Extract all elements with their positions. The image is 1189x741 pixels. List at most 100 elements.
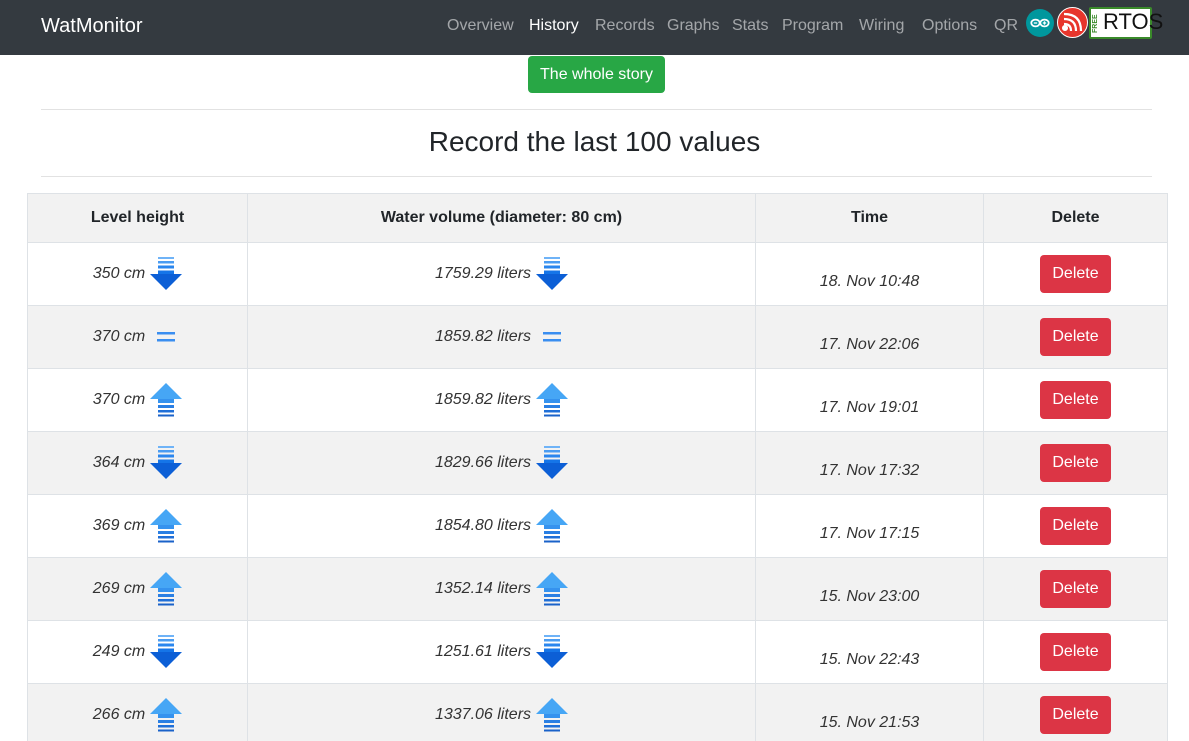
delete-button[interactable]: Delete [1040, 381, 1111, 419]
nav-graphs[interactable]: Graphs [667, 17, 719, 35]
table-header-row: Level height Water volume (diameter: 80 … [27, 193, 1168, 243]
espressif-logo-icon[interactable] [1057, 7, 1088, 38]
level-value: 369 cm [92, 517, 146, 534]
level-value: 266 cm [92, 706, 146, 723]
volume-cell: 1251.61 liters [247, 620, 756, 684]
arrow-up-icon [150, 572, 183, 606]
table-row: 350 cm 1759.29 liters 18. Nov 10:48 Delete [27, 242, 1168, 306]
volume-value: 1829.66 liters [434, 454, 532, 471]
delete-cell: Delete [983, 242, 1168, 306]
time-cell: 15. Nov 22:43 [755, 620, 984, 684]
volume-value: 1337.06 liters [434, 706, 532, 723]
delete-button[interactable]: Delete [1040, 633, 1111, 671]
delete-cell: Delete [983, 683, 1168, 741]
arrow-down-icon [536, 257, 569, 290]
nav-stats[interactable]: Stats [732, 17, 768, 35]
delete-cell: Delete [983, 368, 1168, 432]
nav-wiring[interactable]: Wiring [859, 17, 904, 35]
volume-cell: 1854.80 liters [247, 494, 756, 558]
top-navbar: WatMonitor Overview History Records Grap… [0, 0, 1189, 55]
level-cell: 266 cm [27, 683, 248, 741]
header-level-height: Level height [27, 193, 248, 243]
freertos-logo-small-text: FREE [1092, 14, 1099, 34]
volume-value: 1352.14 liters [434, 580, 532, 597]
arrow-down-icon [536, 446, 569, 479]
arrow-up-icon [536, 383, 569, 417]
delete-button[interactable]: Delete [1040, 507, 1111, 545]
level-cell: 370 cm [27, 305, 248, 369]
level-value: 249 cm [92, 643, 146, 660]
arrow-up-icon [536, 698, 569, 732]
nav-records[interactable]: Records [595, 17, 655, 35]
volume-value: 1859.82 liters [434, 391, 532, 408]
delete-button[interactable]: Delete [1040, 318, 1111, 356]
time-cell: 15. Nov 23:00 [755, 557, 984, 621]
table-row: 364 cm 1829.66 liters 17. Nov 17:32 Delete [27, 431, 1168, 495]
freertos-logo-icon[interactable]: FREE RTOS [1089, 7, 1163, 39]
volume-value: 1854.80 liters [434, 517, 532, 534]
arrow-down-icon [536, 635, 569, 668]
nav-history[interactable]: History [529, 17, 579, 35]
level-cell: 350 cm [27, 242, 248, 306]
volume-value: 1759.29 liters [434, 265, 532, 282]
level-value: 350 cm [92, 265, 146, 282]
arrow-up-icon [536, 509, 569, 543]
brand-title[interactable]: WatMonitor [41, 15, 143, 38]
delete-button[interactable]: Delete [1040, 255, 1111, 293]
table-body: 350 cm 1759.29 liters 18. Nov 10:48 Delete 3… [27, 242, 1168, 741]
volume-cell: 1352.14 liters [247, 557, 756, 621]
nav-overview[interactable]: Overview [447, 17, 514, 35]
delete-button[interactable]: Delete [1040, 444, 1111, 482]
table-row: 269 cm 1352.14 liters 15. Nov 23:00 Delete [27, 557, 1168, 621]
header-water-volume: Water volume (diameter: 80 cm) [247, 193, 756, 243]
time-cell: 17. Nov 22:06 [755, 305, 984, 369]
volume-value: 1251.61 liters [434, 643, 532, 660]
arrow-down-icon [150, 635, 183, 668]
arrow-up-icon [536, 572, 569, 606]
level-cell: 249 cm [27, 620, 248, 684]
volume-cell: 1829.66 liters [247, 431, 756, 495]
records-table: Level height Water volume (diameter: 80 … [27, 193, 1168, 741]
time-cell: 17. Nov 19:01 [755, 368, 984, 432]
delete-button[interactable]: Delete [1040, 696, 1111, 734]
equal-icon [157, 332, 176, 342]
delete-button[interactable]: Delete [1040, 570, 1111, 608]
delete-cell: Delete [983, 431, 1168, 495]
page-title: Record the last 100 values [428, 126, 761, 157]
time-cell: 17. Nov 17:15 [755, 494, 984, 558]
level-value: 370 cm [92, 328, 146, 345]
arrow-down-icon [150, 446, 183, 479]
header-time: Time [755, 193, 984, 243]
level-value: 269 cm [92, 580, 146, 597]
arduino-logo-icon[interactable] [1026, 9, 1054, 37]
arrow-down-icon [150, 257, 183, 290]
delete-cell: Delete [983, 494, 1168, 558]
time-cell: 18. Nov 10:48 [755, 242, 984, 306]
time-cell: 15. Nov 21:53 [755, 683, 984, 741]
volume-cell: 1337.06 liters [247, 683, 756, 741]
table-row: 370 cm 1859.82 liters 17. Nov 19:01 Delete [27, 368, 1168, 432]
delete-cell: Delete [983, 305, 1168, 369]
level-cell: 370 cm [27, 368, 248, 432]
table-row: 249 cm 1251.61 liters 15. Nov 22:43 Delete [27, 620, 1168, 684]
header-delete: Delete [983, 193, 1168, 243]
volume-cell: 1759.29 liters [247, 242, 756, 306]
level-cell: 269 cm [27, 557, 248, 621]
equal-icon [543, 332, 562, 342]
delete-cell: Delete [983, 557, 1168, 621]
table-row: 266 cm 1337.06 liters 15. Nov 21:53 Delete [27, 683, 1168, 741]
volume-cell: 1859.82 liters [247, 368, 756, 432]
nav-qr[interactable]: QR [994, 17, 1018, 35]
freertos-logo-text: RTOS [1103, 9, 1164, 34]
arrow-up-icon [150, 698, 183, 732]
arrow-up-icon [150, 383, 183, 417]
nav-program[interactable]: Program [782, 17, 843, 35]
table-row: 369 cm 1854.80 liters 17. Nov 17:15 Delete [27, 494, 1168, 558]
table-row: 370 cm 1859.82 liters 17. Nov 22:06 Delete [27, 305, 1168, 369]
whole-story-button[interactable]: The whole story [528, 56, 665, 93]
divider-top [41, 109, 1152, 110]
nav-options[interactable]: Options [922, 17, 977, 35]
level-value: 370 cm [92, 391, 146, 408]
volume-cell: 1859.82 liters [247, 305, 756, 369]
level-cell: 364 cm [27, 431, 248, 495]
